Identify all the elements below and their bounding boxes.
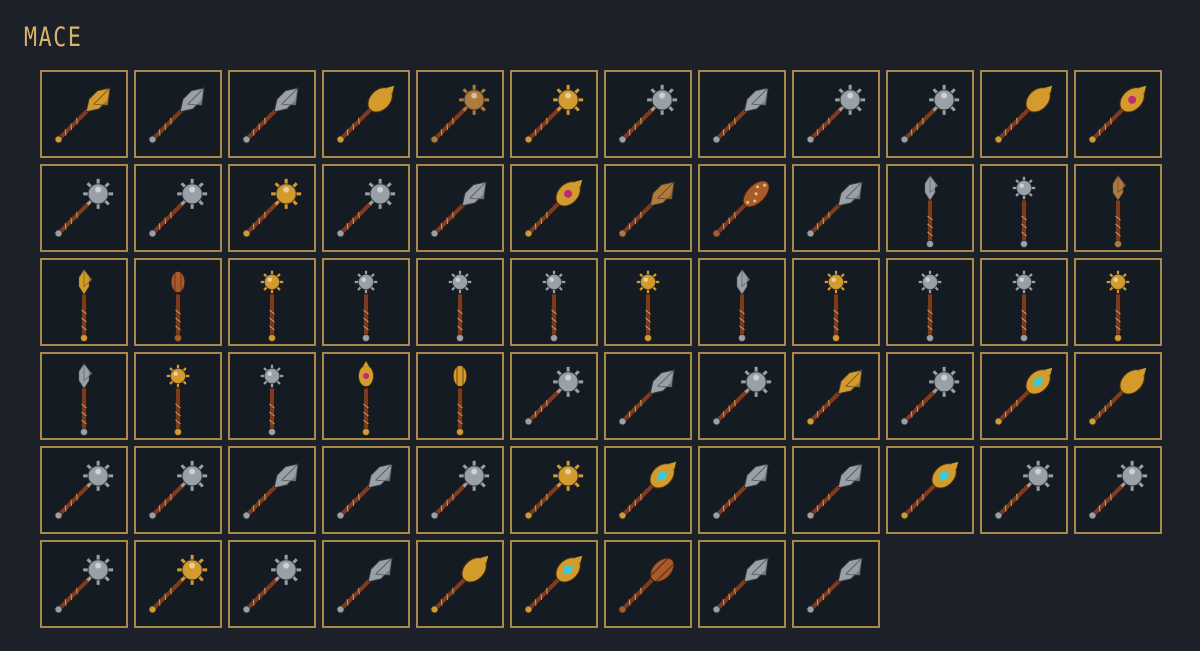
inventory-slot[interactable] — [40, 540, 128, 628]
inventory-slot[interactable] — [416, 540, 504, 628]
inventory-slot[interactable] — [604, 258, 692, 346]
inventory-slot[interactable] — [510, 258, 598, 346]
inventory-slot[interactable] — [1074, 70, 1162, 158]
inventory-slot[interactable] — [322, 352, 410, 440]
inventory-slot[interactable] — [134, 540, 222, 628]
inventory-slot[interactable] — [792, 540, 880, 628]
inventory-slot[interactable] — [134, 164, 222, 252]
inventory-slot[interactable] — [1074, 352, 1162, 440]
inventory-slot[interactable] — [134, 70, 222, 158]
inventory-slot[interactable] — [134, 258, 222, 346]
inventory-slot[interactable] — [322, 258, 410, 346]
inventory-slot[interactable] — [792, 70, 880, 158]
inventory-slot[interactable] — [1074, 164, 1162, 252]
inventory-slot[interactable] — [510, 540, 598, 628]
inventory-slot[interactable] — [510, 446, 598, 534]
inventory-slot[interactable] — [698, 352, 786, 440]
inventory-slot[interactable] — [604, 540, 692, 628]
inventory-slot[interactable] — [322, 540, 410, 628]
inventory-slot[interactable] — [40, 70, 128, 158]
inventory-slot[interactable] — [134, 352, 222, 440]
inventory-slot[interactable] — [1074, 446, 1162, 534]
inventory-slot[interactable] — [40, 164, 128, 252]
inventory-slot[interactable] — [792, 258, 880, 346]
inventory-slot[interactable] — [416, 258, 504, 346]
inventory-slot[interactable] — [698, 540, 786, 628]
inventory-slot[interactable] — [980, 70, 1068, 158]
inventory-slot[interactable] — [698, 258, 786, 346]
inventory-slot[interactable] — [416, 164, 504, 252]
inventory-slot[interactable] — [886, 446, 974, 534]
inventory-slot[interactable] — [510, 352, 598, 440]
inventory-slot[interactable] — [228, 70, 316, 158]
inventory-slot[interactable] — [510, 164, 598, 252]
inventory-slot[interactable] — [980, 258, 1068, 346]
inventory-slot[interactable] — [698, 446, 786, 534]
inventory-slot[interactable] — [792, 446, 880, 534]
inventory-slot[interactable] — [228, 540, 316, 628]
inventory-slot[interactable] — [698, 164, 786, 252]
inventory-slot[interactable] — [322, 164, 410, 252]
inventory-slot[interactable] — [134, 446, 222, 534]
inventory-slot[interactable] — [604, 70, 692, 158]
inventory-slot[interactable] — [980, 352, 1068, 440]
inventory-slot[interactable] — [416, 70, 504, 158]
inventory-slot[interactable] — [886, 164, 974, 252]
inventory-slot[interactable] — [604, 446, 692, 534]
inventory-slot[interactable] — [886, 258, 974, 346]
inventory-slot[interactable] — [228, 352, 316, 440]
inventory-slot[interactable] — [40, 446, 128, 534]
inventory-slot[interactable] — [228, 258, 316, 346]
inventory-slot[interactable] — [604, 164, 692, 252]
inventory-slot[interactable] — [604, 352, 692, 440]
inventory-slot[interactable] — [980, 446, 1068, 534]
page-title: MACE — [24, 22, 83, 53]
inventory-slot[interactable] — [886, 352, 974, 440]
inventory-slot[interactable] — [40, 258, 128, 346]
inventory-slot[interactable] — [1074, 258, 1162, 346]
inventory-slot[interactable] — [886, 70, 974, 158]
inventory-slot[interactable] — [416, 446, 504, 534]
inventory-grid — [40, 70, 1162, 628]
inventory-slot[interactable] — [980, 164, 1068, 252]
inventory-slot[interactable] — [322, 446, 410, 534]
inventory-slot[interactable] — [40, 352, 128, 440]
inventory-slot[interactable] — [792, 164, 880, 252]
inventory-slot[interactable] — [416, 352, 504, 440]
inventory-slot[interactable] — [510, 70, 598, 158]
inventory-slot[interactable] — [698, 70, 786, 158]
inventory-slot[interactable] — [792, 352, 880, 440]
inventory-slot[interactable] — [228, 446, 316, 534]
inventory-slot[interactable] — [228, 164, 316, 252]
inventory-slot[interactable] — [322, 70, 410, 158]
